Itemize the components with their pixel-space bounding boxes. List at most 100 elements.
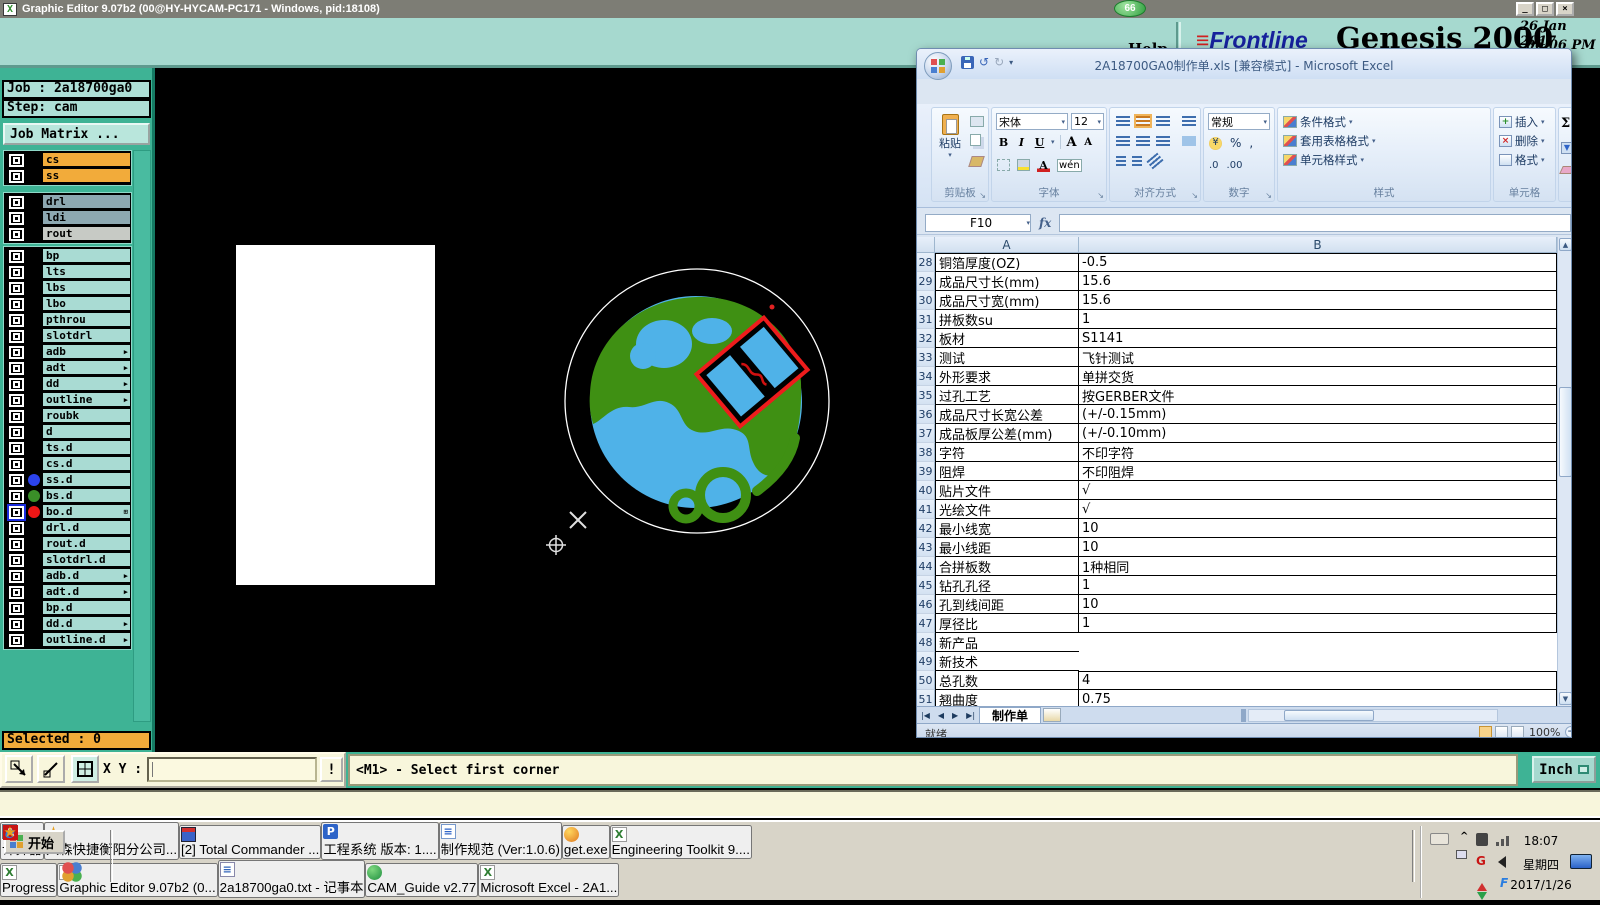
- row-number[interactable]: 32: [917, 329, 935, 348]
- cell-column-a[interactable]: 厚径比: [935, 614, 1079, 633]
- layer-label[interactable]: adb ▶: [42, 344, 131, 359]
- cell-column-b[interactable]: S1141: [1079, 329, 1557, 348]
- cell-column-b[interactable]: 按GERBER文件: [1079, 386, 1557, 405]
- scroll-down-icon[interactable]: ▼: [1559, 692, 1571, 705]
- layer-row[interactable]: outline ▶: [5, 392, 131, 408]
- layer-row[interactable]: slotdrl: [5, 328, 131, 344]
- layer-checkbox[interactable]: [9, 489, 24, 503]
- taskbar-button[interactable]: CAM_Guide v2.77: [365, 863, 479, 897]
- borders-icon[interactable]: [997, 159, 1010, 171]
- layer-label[interactable]: adt.d ▶: [42, 584, 131, 599]
- cell-column-b[interactable]: 1: [1079, 310, 1557, 329]
- row-number[interactable]: 42: [917, 519, 935, 538]
- paste-button[interactable]: 粘贴 ▾: [935, 114, 965, 159]
- layer-label[interactable]: slotdrl: [42, 328, 131, 343]
- layer-checkbox[interactable]: [9, 393, 24, 407]
- cell-column-a[interactable]: 最小线距: [935, 538, 1079, 557]
- name-box[interactable]: F10 ▾: [925, 213, 1031, 232]
- g-app-tray-icon[interactable]: G: [1476, 854, 1486, 868]
- fill-color-icon[interactable]: [1017, 159, 1030, 171]
- layer-checkbox[interactable]: [9, 169, 24, 183]
- layer-row[interactable]: cs.d: [5, 456, 131, 472]
- cell-column-b[interactable]: (+/-0.10mm): [1079, 424, 1557, 443]
- underline-button[interactable]: U: [1033, 135, 1046, 149]
- row-number[interactable]: 50: [917, 671, 935, 690]
- units-toggle-button[interactable]: Inch: [1532, 756, 1596, 783]
- layer-checkbox[interactable]: [9, 425, 24, 439]
- cell-column-a[interactable]: 孔到线间距: [935, 595, 1079, 614]
- cell-column-a[interactable]: 总孔数: [935, 671, 1079, 690]
- row-number[interactable]: 45: [917, 576, 935, 595]
- format-painter-icon[interactable]: [968, 156, 985, 167]
- cell-column-b[interactable]: 15.6: [1079, 272, 1557, 291]
- row-number[interactable]: 29: [917, 272, 935, 291]
- wrap-text-icon[interactable]: [1146, 152, 1164, 170]
- increase-decimal-icon[interactable]: .0: [1209, 160, 1219, 171]
- layer-label[interactable]: bs.d: [42, 488, 131, 503]
- layer-row[interactable]: bo.d ⊞: [5, 504, 131, 520]
- layer-label[interactable]: bp: [42, 248, 131, 263]
- decrease-indent-icon[interactable]: [1116, 156, 1126, 166]
- taskbar-button[interactable]: X Progress: [0, 863, 58, 897]
- row-number[interactable]: 48: [917, 633, 935, 652]
- style-button[interactable]: 单元格样式 ▾: [1280, 150, 1376, 169]
- layer-row[interactable]: bp: [5, 248, 131, 264]
- align-left-icon[interactable]: [1116, 136, 1130, 146]
- layer-label[interactable]: drl: [42, 194, 131, 209]
- layer-checkbox[interactable]: [9, 227, 24, 241]
- taskbar-button[interactable]: X Engineering Toolkit 9....: [609, 825, 752, 859]
- layer-label[interactable]: lbs: [42, 280, 131, 295]
- select-corner-tool-button[interactable]: [5, 755, 33, 783]
- quick-launch-icon[interactable]: ★: [0, 822, 20, 842]
- keyboard-layout-icon[interactable]: [1430, 833, 1449, 845]
- prev-sheet-icon[interactable]: ◀: [934, 711, 948, 720]
- row-number[interactable]: 31: [917, 310, 935, 329]
- taskbar-button[interactable]: get.exe: [561, 825, 610, 859]
- layer-row[interactable]: lbs: [5, 280, 131, 296]
- column-header-a[interactable]: A: [935, 237, 1079, 253]
- cell-column-a[interactable]: 翘曲度: [935, 690, 1079, 706]
- orientation-icon[interactable]: [1182, 116, 1196, 126]
- coordinate-input[interactable]: [147, 757, 317, 782]
- layer-label[interactable]: dd.d ▶: [42, 616, 131, 631]
- next-sheet-icon[interactable]: ▶: [948, 711, 962, 720]
- layer-row[interactable]: adt ▶: [5, 360, 131, 376]
- layer-row[interactable]: ldi: [5, 210, 131, 226]
- minimize-button[interactable]: _: [1516, 2, 1534, 16]
- layer-label[interactable]: rout.d: [42, 536, 131, 551]
- cell-column-b[interactable]: 不印阻焊: [1079, 462, 1557, 481]
- layer-row[interactable]: ss.d: [5, 472, 131, 488]
- save-icon[interactable]: [961, 55, 974, 69]
- layer-label[interactable]: bp.d: [42, 600, 131, 615]
- layer-checkbox[interactable]: [9, 617, 24, 631]
- number-dialog-launcher-icon[interactable]: ↘: [1265, 191, 1272, 200]
- comma-style-icon[interactable]: ,: [1249, 136, 1253, 150]
- insert-worksheet-icon[interactable]: [1043, 708, 1062, 722]
- italic-button[interactable]: I: [1015, 135, 1028, 149]
- layer-checkbox[interactable]: [9, 585, 24, 599]
- cell-column-a[interactable]: 成品尺寸长宽公差: [935, 405, 1079, 424]
- spheres-icon[interactable]: [62, 862, 82, 882]
- row-number[interactable]: 34: [917, 367, 935, 386]
- job-matrix-button[interactable]: Job Matrix ...: [3, 123, 150, 145]
- cell-column-a[interactable]: 最小线宽: [935, 519, 1079, 538]
- layer-checkbox[interactable]: [9, 377, 24, 391]
- alignment-dialog-launcher-icon[interactable]: ↘: [1191, 191, 1198, 200]
- shrink-font-button[interactable]: A: [1082, 135, 1095, 149]
- layer-checkbox[interactable]: [9, 211, 24, 225]
- excel-window[interactable]: ↺ ↻ ▾ 2A18700GA0制作单.xls [兼容模式] - Microso…: [916, 48, 1572, 738]
- layer-label[interactable]: roubk: [42, 408, 131, 423]
- cell-column-b[interactable]: 单拼交货: [1079, 367, 1557, 386]
- cell-column-b[interactable]: [1079, 633, 1557, 652]
- layer-checkbox[interactable]: [9, 313, 24, 327]
- layer-row[interactable]: bp.d: [5, 600, 131, 616]
- merge-center-icon[interactable]: [1182, 136, 1196, 146]
- layer-checkbox[interactable]: [9, 457, 24, 471]
- align-bottom-icon[interactable]: [1156, 116, 1170, 126]
- layer-label[interactable]: pthrou: [42, 312, 131, 327]
- spreadsheet-grid[interactable]: 28 铜箔厚度(OZ) -0.5 29 成品尺寸长(mm) 15.6 30 成品…: [917, 253, 1557, 706]
- scroll-up-icon[interactable]: ▲: [1559, 238, 1571, 251]
- cell-column-b[interactable]: 15.6: [1079, 291, 1557, 310]
- cell-column-a[interactable]: 成品板厚公差(mm): [935, 424, 1079, 443]
- layer-row[interactable]: drl.d: [5, 520, 131, 536]
